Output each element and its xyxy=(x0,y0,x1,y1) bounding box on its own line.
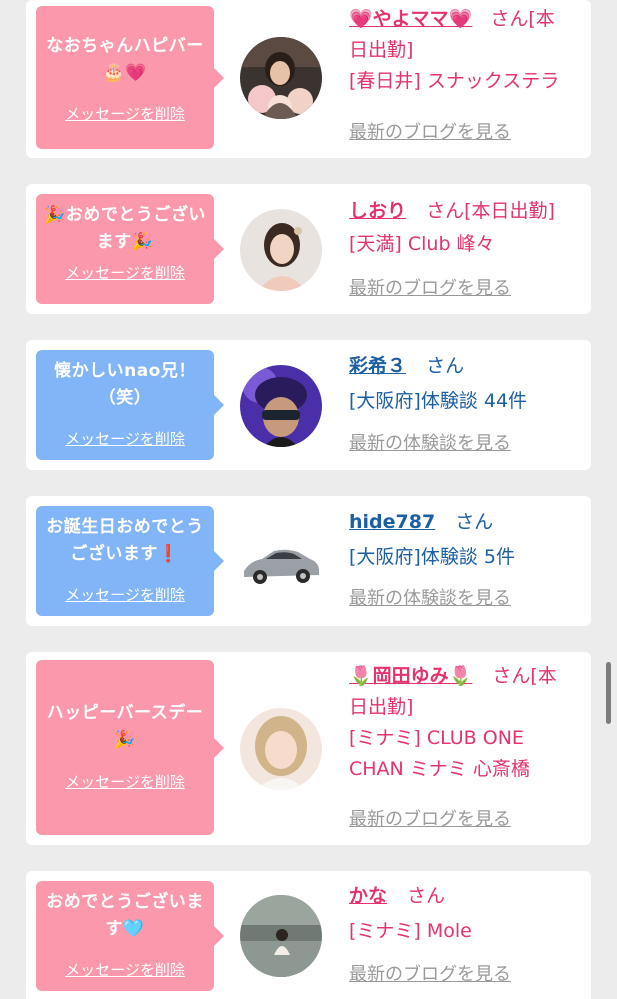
message-bubble: お誕生日おめでとうございます❗ メッセージを削除 xyxy=(36,506,224,616)
message-text-content: 🎉おめでとうございます🎉 xyxy=(44,205,206,252)
scrollbar[interactable] xyxy=(606,662,611,724)
message-text-content: おめでとうございます🩵 xyxy=(46,892,204,939)
avatar[interactable] xyxy=(240,209,322,291)
message-text: ハッピーバースデー🎉 xyxy=(44,700,206,754)
recent-blog-link[interactable]: 最新のブログを見る xyxy=(349,122,511,144)
message-text-content: ハッピーバースデー🎉 xyxy=(46,703,204,750)
honorific: さん xyxy=(455,511,494,533)
message-card: お誕生日おめでとうございます❗ メッセージを削除 hide787 さん [大阪府… xyxy=(26,496,591,626)
recent-review-link[interactable]: 最新の体験談を見る xyxy=(349,588,511,610)
message-text: おめでとうございます🩵 xyxy=(44,889,206,943)
shop-location[interactable]: [ミナミ] Mole xyxy=(349,916,585,947)
honorific: さん xyxy=(426,200,465,222)
delete-message-link[interactable]: メッセージを削除 xyxy=(36,264,214,282)
user-name-link[interactable]: hide787 xyxy=(349,511,435,533)
review-count[interactable]: [大阪府]体験談 5件 xyxy=(349,542,585,573)
delete-message-link[interactable]: メッセージを削除 xyxy=(36,961,214,979)
message-bubble: ハッピーバースデー🎉 メッセージを削除 xyxy=(36,660,224,835)
work-status-part1: [本 xyxy=(530,665,557,687)
honorific: さん xyxy=(490,8,529,30)
avatar[interactable] xyxy=(240,37,322,119)
recent-blog-link[interactable]: 最新のブログを見る xyxy=(349,809,511,831)
user-info: hide787 さん [大阪府]体験談 5件 xyxy=(349,507,585,573)
page: { "cards": [ { "bubble_color": "pink", "… xyxy=(0,0,617,999)
user-info: 彩希３ さん [大阪府]体験談 44件 xyxy=(349,351,585,417)
recent-review-link[interactable]: 最新の体験談を見る xyxy=(349,433,511,455)
honorific: さん xyxy=(426,355,465,377)
user-info: かな さん [ミナミ] Mole xyxy=(349,881,585,947)
shop-location[interactable]: [ミナミ] CLUB ONE CHAN ミナミ 心斎橋 xyxy=(349,723,579,785)
message-text: 懐かしいnao兄！（笑） xyxy=(44,358,206,412)
user-name-link[interactable]: 彩希３ xyxy=(349,355,406,377)
user-info: 💗やよママ💗 さん[本 日出勤] [春日井] スナックステラ xyxy=(349,4,585,97)
work-status-part2: 日出勤] xyxy=(349,696,414,718)
message-text-content: お誕生日おめでとうございます❗ xyxy=(46,517,204,564)
honorific: さん xyxy=(407,885,446,907)
message-bubble: なおちゃんハピバー🎂💗 メッセージを削除 xyxy=(36,6,224,149)
delete-message-link[interactable]: メッセージを削除 xyxy=(36,586,214,604)
delete-message-link[interactable]: メッセージを削除 xyxy=(36,105,214,123)
message-card: ハッピーバースデー🎉 メッセージを削除 🌷岡田ゆみ🌷 さん[本 日出勤] [ミナ… xyxy=(26,652,591,845)
message-card: なおちゃんハピバー🎂💗 メッセージを削除 💗やよママ💗 さん[本 日出勤] [春… xyxy=(26,0,591,158)
message-card: 懐かしいnao兄！（笑） メッセージを削除 彩希３ さん [大阪府]体験談 44… xyxy=(26,340,591,470)
work-status: [本日出勤] xyxy=(464,200,555,222)
user-info: しおり さん[本日出勤] [天満] Club 峰々 xyxy=(349,196,585,260)
user-name-link[interactable]: しおり xyxy=(349,200,406,222)
message-text: なおちゃんハピバー🎂💗 xyxy=(44,20,206,87)
delete-message-link[interactable]: メッセージを削除 xyxy=(36,773,214,791)
avatar[interactable] xyxy=(240,895,322,977)
car-avatar[interactable] xyxy=(240,521,322,603)
message-card: 🎉おめでとうございます🎉 メッセージを削除 しおり さん[本日出勤] [天満] … xyxy=(26,184,591,314)
recent-blog-link[interactable]: 最新のブログを見る xyxy=(349,278,511,300)
shop-location[interactable]: [春日井] スナックステラ xyxy=(349,66,585,97)
shop-location[interactable]: [天満] Club 峰々 xyxy=(349,229,585,260)
message-text-content: 懐かしいnao兄！（笑） xyxy=(54,361,196,408)
user-name-link[interactable]: かな xyxy=(349,885,387,907)
user-info: 🌷岡田ゆみ🌷 さん[本 日出勤] [ミナミ] CLUB ONE CHAN ミナミ… xyxy=(349,661,585,785)
work-status-part1: [本 xyxy=(528,8,555,30)
delete-message-link[interactable]: メッセージを削除 xyxy=(36,430,214,448)
message-text-content: なおちゃんハピバー🎂💗 xyxy=(46,36,204,83)
avatar[interactable] xyxy=(240,365,322,447)
review-count[interactable]: [大阪府]体験談 44件 xyxy=(349,386,585,417)
user-name-link[interactable]: 💗やよママ💗 xyxy=(349,8,472,30)
message-bubble: 🎉おめでとうございます🎉 メッセージを削除 xyxy=(36,194,224,304)
message-text: お誕生日おめでとうございます❗ xyxy=(44,514,206,568)
user-name-link[interactable]: 🌷岡田ゆみ🌷 xyxy=(349,665,472,687)
message-bubble: 懐かしいnao兄！（笑） メッセージを削除 xyxy=(36,350,224,460)
recent-blog-link[interactable]: 最新のブログを見る xyxy=(349,964,511,986)
message-text: 🎉おめでとうございます🎉 xyxy=(44,202,206,256)
work-status-part2: 日出勤] xyxy=(349,39,414,61)
avatar[interactable] xyxy=(240,708,322,790)
message-card: おめでとうございます🩵 メッセージを削除 かな さん [ミナミ] Mole 最新… xyxy=(26,871,591,999)
message-bubble: おめでとうございます🩵 メッセージを削除 xyxy=(36,881,224,991)
honorific: さん xyxy=(492,665,531,687)
